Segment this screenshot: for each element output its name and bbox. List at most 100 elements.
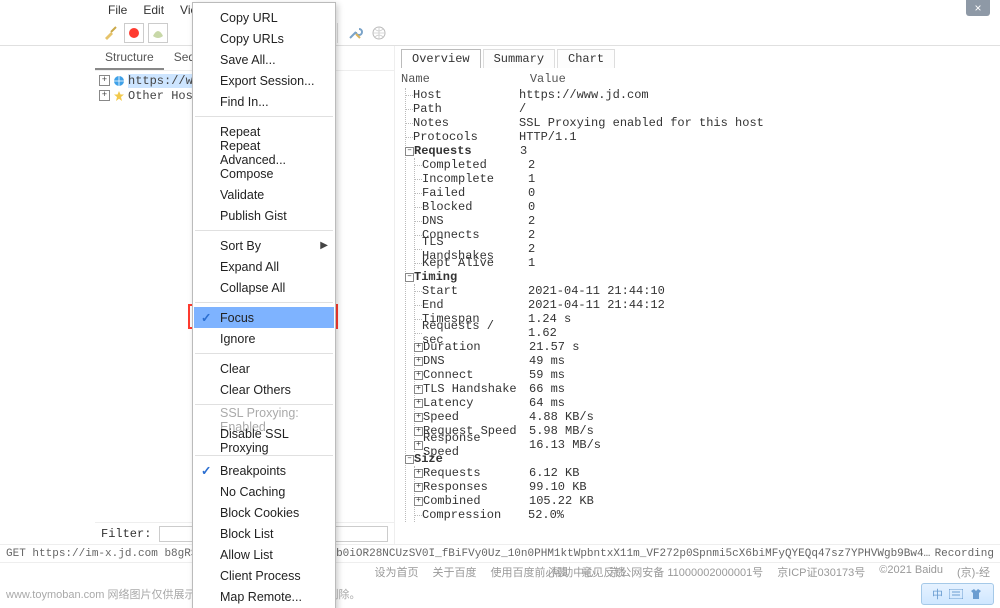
menu-item-no-caching[interactable]: No Caching bbox=[194, 481, 334, 502]
menu-item-copy-url[interactable]: Copy URL bbox=[194, 7, 334, 28]
overview-row[interactable]: Kept Alive1 bbox=[415, 256, 994, 270]
menu-item-save-all[interactable]: Save All... bbox=[194, 49, 334, 70]
overview-row[interactable]: +TLS Handshake66 ms bbox=[415, 382, 994, 396]
expand-icon[interactable]: + bbox=[414, 427, 423, 436]
overview-row[interactable]: +Connect59 ms bbox=[415, 368, 994, 382]
overview-group-label: Timing bbox=[414, 270, 514, 284]
expand-icon[interactable]: + bbox=[414, 385, 423, 394]
expand-icon[interactable]: + bbox=[414, 441, 423, 450]
menu-item-disable-ssl-proxying[interactable]: Disable SSL Proxying bbox=[194, 430, 334, 451]
expand-icon[interactable]: + bbox=[414, 343, 423, 352]
menu-item-collapse-all[interactable]: Collapse All bbox=[194, 277, 334, 298]
menu-item-compose[interactable]: Compose bbox=[194, 163, 334, 184]
overview-key: DNS bbox=[423, 354, 523, 368]
menu-item-focus[interactable]: Focus bbox=[194, 307, 334, 328]
overview-row[interactable]: NotesSSL Proxying enabled for this host bbox=[406, 116, 994, 130]
overview-row[interactable]: Hosthttps://www.jd.com bbox=[406, 88, 994, 102]
overview-row[interactable]: Path/ bbox=[406, 102, 994, 116]
col-value: Value bbox=[530, 72, 566, 86]
ssl-icon[interactable] bbox=[148, 23, 168, 43]
menu-item-copy-urls[interactable]: Copy URLs bbox=[194, 28, 334, 49]
broom-icon[interactable] bbox=[100, 23, 120, 43]
menu-item-validate[interactable]: Validate bbox=[194, 184, 334, 205]
footer-link[interactable]: 关于百度 bbox=[433, 564, 477, 580]
menu-file[interactable]: File bbox=[100, 1, 135, 19]
footer-link[interactable]: 京ICP证030173号 bbox=[777, 564, 865, 580]
expand-icon[interactable]: + bbox=[99, 90, 110, 101]
menu-item-block-list[interactable]: Block List bbox=[194, 523, 334, 544]
expand-icon[interactable]: + bbox=[414, 399, 423, 408]
ime-indicator[interactable]: 中 bbox=[921, 583, 994, 605]
tab-structure[interactable]: Structure bbox=[95, 46, 164, 70]
overview-row[interactable]: ProtocolsHTTP/1.1 bbox=[406, 130, 994, 144]
overview-row[interactable]: +Duration21.57 s bbox=[415, 340, 994, 354]
overview-row[interactable]: Failed0 bbox=[415, 186, 994, 200]
overview-row[interactable]: DNS2 bbox=[415, 214, 994, 228]
globe-icon[interactable] bbox=[369, 23, 389, 43]
overview-row[interactable]: Start2021-04-11 21:44:10 bbox=[415, 284, 994, 298]
menu-item-export-session[interactable]: Export Session... bbox=[194, 70, 334, 91]
expand-icon[interactable]: + bbox=[414, 413, 423, 422]
overview-group[interactable]: –Requests3 bbox=[406, 144, 994, 158]
overview-value: 16.13 MB/s bbox=[529, 438, 601, 452]
collapse-icon[interactable]: – bbox=[405, 455, 414, 464]
expand-icon[interactable]: + bbox=[414, 371, 423, 380]
overview-key: Compression bbox=[422, 508, 522, 522]
menu-item-publish-gist[interactable]: Publish Gist bbox=[194, 205, 334, 226]
menu-separator bbox=[195, 302, 333, 303]
menu-item-clear-others[interactable]: Clear Others bbox=[194, 379, 334, 400]
overview-key: Host bbox=[413, 88, 513, 102]
menu-item-clear[interactable]: Clear bbox=[194, 358, 334, 379]
expand-icon[interactable]: + bbox=[414, 469, 423, 478]
collapse-icon[interactable]: – bbox=[405, 147, 414, 156]
footer-link[interactable]: 帮助中心 bbox=[551, 564, 595, 580]
tab-summary[interactable]: Summary bbox=[483, 49, 555, 68]
menu-item-expand-all[interactable]: Expand All bbox=[194, 256, 334, 277]
menu-item-sort-by[interactable]: Sort By▶ bbox=[194, 235, 334, 256]
overview-row[interactable]: +Latency64 ms bbox=[415, 396, 994, 410]
tab-chart[interactable]: Chart bbox=[557, 49, 615, 68]
overview-row[interactable]: +Combined105.22 KB bbox=[415, 494, 994, 508]
menu-item-breakpoints[interactable]: Breakpoints bbox=[194, 460, 334, 481]
expand-icon[interactable]: + bbox=[414, 497, 423, 506]
expand-icon[interactable]: + bbox=[414, 357, 423, 366]
menu-item-map-remote[interactable]: Map Remote... bbox=[194, 586, 334, 607]
col-name: Name bbox=[401, 72, 430, 86]
overview-row[interactable]: Requests / sec1.62 bbox=[415, 326, 994, 340]
menu-item-find-in[interactable]: Find In... bbox=[194, 91, 334, 112]
overview-row[interactable]: +Speed4.88 KB/s bbox=[415, 410, 994, 424]
overview-key: End bbox=[422, 298, 522, 312]
menu-item-repeat-advanced[interactable]: Repeat Advanced... bbox=[194, 142, 334, 163]
window-close-chip[interactable]: × bbox=[966, 0, 990, 16]
overview-row[interactable]: End2021-04-11 21:44:12 bbox=[415, 298, 994, 312]
collapse-icon[interactable]: – bbox=[405, 273, 414, 282]
overview-value: 99.10 KB bbox=[529, 480, 587, 494]
overview-row[interactable]: Compression52.0% bbox=[415, 508, 994, 522]
overview-row[interactable]: +DNS49 ms bbox=[415, 354, 994, 368]
context-menu[interactable]: Copy URLCopy URLsSave All...Export Sessi… bbox=[192, 2, 336, 608]
overview-key: Blocked bbox=[422, 200, 522, 214]
overview-row[interactable]: Blocked0 bbox=[415, 200, 994, 214]
overview-row[interactable]: +Responses99.10 KB bbox=[415, 480, 994, 494]
menu-item-allow-list[interactable]: Allow List bbox=[194, 544, 334, 565]
keyboard-icon bbox=[949, 589, 963, 599]
overview-row[interactable]: Incomplete1 bbox=[415, 172, 994, 186]
overview-row[interactable]: +Requests6.12 KB bbox=[415, 466, 994, 480]
overview-group[interactable]: –Timing bbox=[406, 270, 994, 284]
menu-item-block-cookies[interactable]: Block Cookies bbox=[194, 502, 334, 523]
tab-overview[interactable]: Overview bbox=[401, 49, 481, 68]
record-icon[interactable] bbox=[124, 23, 144, 43]
expand-icon[interactable]: + bbox=[414, 483, 423, 492]
footer-link[interactable]: 设为首页 bbox=[375, 564, 419, 580]
menu-item-ignore[interactable]: Ignore bbox=[194, 328, 334, 349]
overview-row[interactable]: Completed2 bbox=[415, 158, 994, 172]
overview-row[interactable]: +Response Speed16.13 MB/s bbox=[415, 438, 994, 452]
menu-edit[interactable]: Edit bbox=[135, 1, 172, 19]
expand-icon[interactable]: + bbox=[99, 75, 110, 86]
tools-icon[interactable] bbox=[345, 23, 365, 43]
page-footer: 设为首页 关于百度 使用百度前必读 意见反馈 帮助中心 京公网安备 110000… bbox=[0, 562, 1000, 580]
menu-item-client-process[interactable]: Client Process bbox=[194, 565, 334, 586]
overview-row[interactable]: TLS Handshakes2 bbox=[415, 242, 994, 256]
footer-link[interactable]: 京公网安备 11000002000001号 bbox=[609, 564, 763, 580]
overview-group[interactable]: –Size bbox=[406, 452, 994, 466]
